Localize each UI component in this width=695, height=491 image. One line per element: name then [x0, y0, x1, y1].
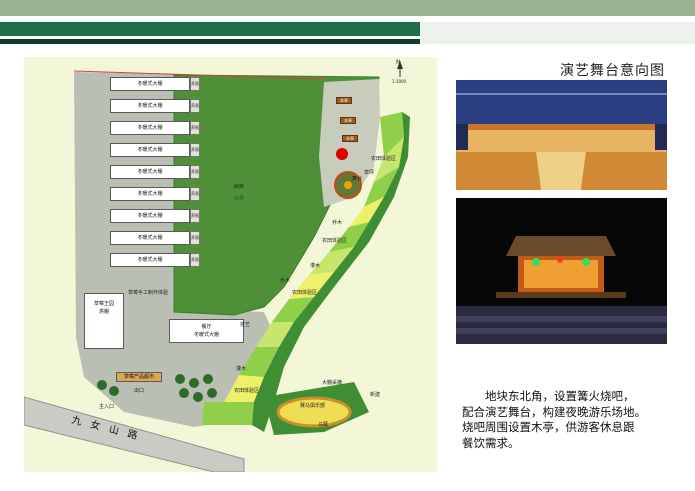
stage-render-image [456, 80, 667, 190]
main-entrance-label: 主入口 [99, 404, 115, 410]
tree [189, 378, 199, 388]
seat-row [456, 328, 667, 334]
scale-label: 1:1000 [392, 79, 407, 84]
description-line: 餐饮需求。 [462, 435, 520, 450]
description-line: 地块东北角，设置篝火烧吧， [485, 389, 635, 403]
header-band-top [0, 0, 695, 16]
greenhouse-annex: 养殖 [190, 187, 200, 201]
stage-roof [506, 236, 616, 256]
forest-label: 树林 [234, 184, 245, 190]
zone-label: 技艺 [240, 322, 251, 328]
product-store: 草莓产品超市 [116, 372, 162, 382]
floor-left [456, 152, 541, 190]
stage-render [456, 80, 667, 190]
zone-label: 赛马俱乐部 [300, 403, 326, 409]
zone-label: 农田体验区 [234, 388, 260, 394]
stage-light [532, 258, 540, 266]
site-plan-drawing [24, 61, 410, 472]
description-line: 烧吧周围设置木亭，供游客休息跟 [462, 420, 635, 434]
greenhouse-annex: 养殖 [190, 121, 200, 135]
stage-light [582, 258, 590, 266]
tree [97, 380, 107, 390]
greenhouse-annex: 养殖 [190, 143, 200, 157]
strip-12 [202, 402, 254, 425]
zone-label: 灌木 [236, 366, 247, 372]
seat-row [456, 316, 667, 322]
greenhouse-2: 冬暖式大棚 [110, 99, 190, 113]
tree [203, 374, 213, 384]
zone-label: 舞台 [352, 176, 363, 182]
header-tab [420, 22, 695, 44]
zone-label: 农田体验区 [322, 238, 348, 244]
stage-light [557, 257, 563, 263]
greenhouse-1: 冬暖式大棚 [110, 77, 190, 91]
forest-sub-label: 红果 [234, 196, 245, 202]
restaurant: 餐厅 冬暖式大棚 [169, 319, 244, 343]
greenhouse-annex: 养殖 [190, 231, 200, 245]
stage-edge [496, 292, 626, 298]
greenhouse-5: 冬暖式大棚 [110, 165, 190, 179]
greenhouse-annex: 养殖 [190, 99, 200, 113]
greenhouse-annex: 养殖 [190, 77, 200, 91]
zone-label: 新建 [370, 392, 381, 398]
night-stage-photo [456, 198, 667, 344]
description-line: 配合演艺舞台，构建夜晚游乐场地。 [462, 404, 646, 419]
greenhouse-annex: 养殖 [190, 165, 200, 179]
zone-label: 灌木 [310, 263, 321, 269]
stage-platform [456, 130, 667, 152]
tree [207, 388, 217, 398]
zone-label: 乔木 [280, 278, 291, 284]
greenhouse-9: 冬暖式大棚 [110, 253, 190, 267]
greenhouse-annex: 养殖 [190, 209, 200, 223]
workshop-label: 草莓手工制作体验 [128, 290, 169, 296]
site-plan: 冬暖式大棚 冬暖式大棚 冬暖式大棚 冬暖式大棚 冬暖式大棚 冬暖式大棚 冬暖式大… [24, 57, 437, 472]
zone-label: 乔木 [332, 220, 343, 226]
stage-marker [336, 148, 348, 160]
greenhouse-annex: 养殖 [190, 253, 200, 267]
tree [179, 388, 189, 398]
tree [193, 392, 203, 402]
side-wing [456, 124, 468, 150]
zone-label: 农田体验区 [292, 290, 318, 296]
audience-area [456, 306, 667, 344]
greenhouse-8: 冬暖式大棚 [110, 231, 190, 245]
description-text: 地块东北角，设置篝火烧吧， 配合演艺舞台，构建夜晚游乐场地。 烧吧周围设置木亭，… [462, 389, 672, 451]
floor-right [581, 152, 667, 190]
tree [175, 374, 185, 384]
night-stage [456, 198, 667, 344]
greenhouse-6: 冬暖式大棚 [110, 187, 190, 201]
greenhouse-3: 冬暖式大棚 [110, 121, 190, 135]
zone-label: 农田体验区 [371, 156, 397, 162]
curtain-wall [456, 80, 667, 124]
page-title: 演艺舞台意向图 [560, 63, 665, 79]
greenhouse-7: 冬暖式大棚 [110, 209, 190, 223]
bonfire-core [344, 181, 352, 189]
zone-label: 马厩 [318, 422, 329, 428]
strawberry-park: 草莓王园 烘棚 [84, 293, 124, 349]
pavilion-3: 木亭 [342, 135, 358, 142]
runway [536, 152, 586, 190]
side-wing [655, 124, 667, 150]
zone-label: 大棚采摘 [322, 380, 343, 386]
pavilion-2: 木亭 [340, 117, 356, 124]
pavilion-1: 木亭 [336, 97, 352, 104]
exit-label: 出口 [134, 388, 145, 394]
zone-label: 草坪 [364, 170, 375, 176]
north-label: N [396, 59, 401, 66]
tree [109, 386, 119, 396]
greenhouse-4: 冬暖式大棚 [110, 143, 190, 157]
